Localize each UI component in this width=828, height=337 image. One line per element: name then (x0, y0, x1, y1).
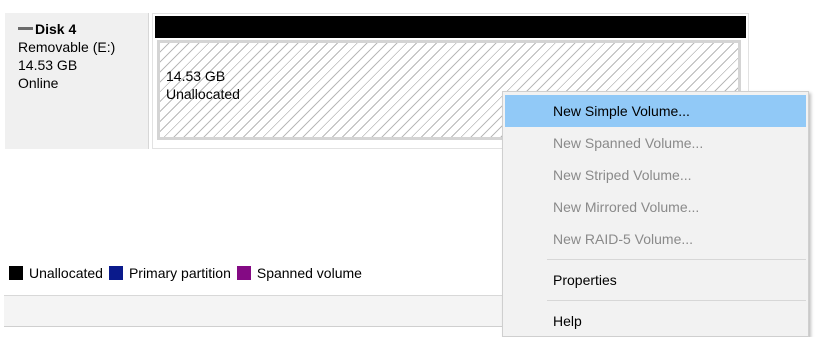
context-menu: New Simple Volume... New Spanned Volume.… (502, 91, 809, 337)
legend-item-spanned-volume: Spanned volume (236, 265, 362, 281)
legend-label: Spanned volume (256, 265, 362, 281)
unallocated-swatch (9, 266, 23, 280)
disk-type: Removable (E:) (18, 39, 116, 55)
legend-item-primary-partition: Primary partition (108, 265, 231, 281)
unallocated-header-bar (155, 16, 746, 38)
menu-item-help[interactable]: Help (505, 305, 806, 337)
partition-size: 14.53 GB (166, 68, 226, 84)
spanned-volume-swatch (236, 266, 251, 280)
disk-name: Disk 4 (35, 21, 77, 37)
menu-item-new-raid5-volume[interactable]: New RAID-5 Volume... (505, 223, 806, 255)
disk-info-panel[interactable]: Disk 4 Removable (E:) 14.53 GB Online (5, 13, 149, 149)
partition-label: 14.53 GB Unallocated (166, 67, 240, 103)
legend-label: Primary partition (128, 265, 231, 281)
menu-item-new-simple-volume[interactable]: New Simple Volume... (505, 95, 806, 127)
disk-drive-icon (18, 26, 33, 30)
legend: Unallocated Primary partition Spanned vo… (9, 265, 368, 281)
menu-separator (547, 300, 806, 301)
status-bar (4, 295, 509, 327)
legend-label: Unallocated (29, 265, 103, 281)
disk-status: Online (18, 75, 59, 91)
disk-size: 14.53 GB (18, 57, 78, 73)
menu-item-new-spanned-volume[interactable]: New Spanned Volume... (505, 127, 806, 159)
partition-state: Unallocated (166, 86, 240, 102)
legend-item-unallocated: Unallocated (9, 265, 103, 281)
menu-item-new-mirrored-volume[interactable]: New Mirrored Volume... (505, 191, 806, 223)
menu-item-properties[interactable]: Properties (505, 264, 806, 296)
disk-name-row: Disk 4 (18, 20, 148, 38)
menu-item-new-striped-volume[interactable]: New Striped Volume... (505, 159, 806, 191)
menu-separator (547, 259, 806, 260)
primary-partition-swatch (108, 266, 123, 280)
